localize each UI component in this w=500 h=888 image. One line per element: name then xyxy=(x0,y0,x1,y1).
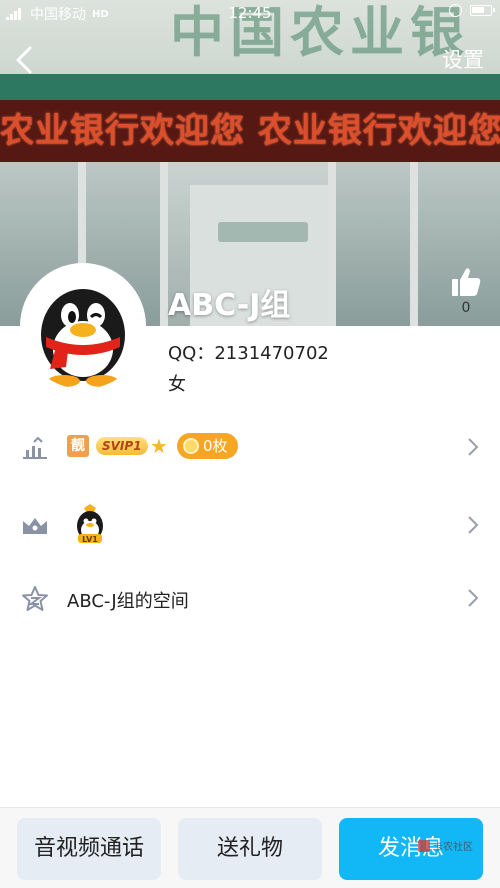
video-call-button[interactable]: 音视频通话 xyxy=(17,818,161,880)
space-label: ABC-J组的空间 xyxy=(67,591,189,612)
send-gift-button[interactable]: 送礼物 xyxy=(178,818,322,880)
qzone-star-icon xyxy=(22,586,48,611)
svip-badge: SVIP1 xyxy=(96,437,148,455)
profile-name: ABC-J组 xyxy=(168,288,291,323)
chevron-right-icon xyxy=(468,516,479,534)
level-rise-icon xyxy=(23,436,47,459)
vip-row[interactable]: 靓 SVIP1 ★ 0枚 xyxy=(0,418,500,478)
thumbs-up-icon xyxy=(452,268,481,296)
status-right xyxy=(449,4,495,17)
chevron-left-icon xyxy=(16,46,32,74)
qq-level-penguin-icon: LV1 xyxy=(77,504,103,544)
coin-badge: 0枚 xyxy=(177,433,238,459)
coin-count: 0枚 xyxy=(203,437,228,455)
like-button[interactable] xyxy=(446,266,486,302)
battery-icon xyxy=(470,5,495,16)
qq-penguin-avatar-icon xyxy=(41,289,125,387)
chevron-right-icon xyxy=(468,589,479,607)
coin-icon xyxy=(183,438,199,454)
watermark-text: 卡农社区 xyxy=(433,842,473,853)
status-bar: 中国移动 HD 12:45 xyxy=(0,0,500,26)
level-text: LV1 xyxy=(82,535,98,544)
level-row[interactable]: LV1 xyxy=(0,496,500,556)
avatar[interactable] xyxy=(20,263,146,389)
qq-number: QQ：2131470702 xyxy=(168,343,329,364)
like-count: 0 xyxy=(461,300,471,316)
crown-icon xyxy=(23,518,47,534)
settings-button[interactable]: 设置 xyxy=(442,44,484,74)
space-row[interactable]: ABC-J组的空间 xyxy=(0,569,500,629)
star-icon: ★ xyxy=(150,434,168,458)
back-button[interactable] xyxy=(8,40,44,80)
watermark: 卡农社区 xyxy=(418,838,473,853)
status-time: 12:45 xyxy=(228,4,272,22)
watermark-logo-icon xyxy=(418,839,430,852)
rotation-lock-icon xyxy=(449,4,462,17)
chevron-right-icon xyxy=(468,438,479,456)
gender-label: 女 xyxy=(168,374,186,395)
liang-badge: 靓 xyxy=(67,435,89,457)
